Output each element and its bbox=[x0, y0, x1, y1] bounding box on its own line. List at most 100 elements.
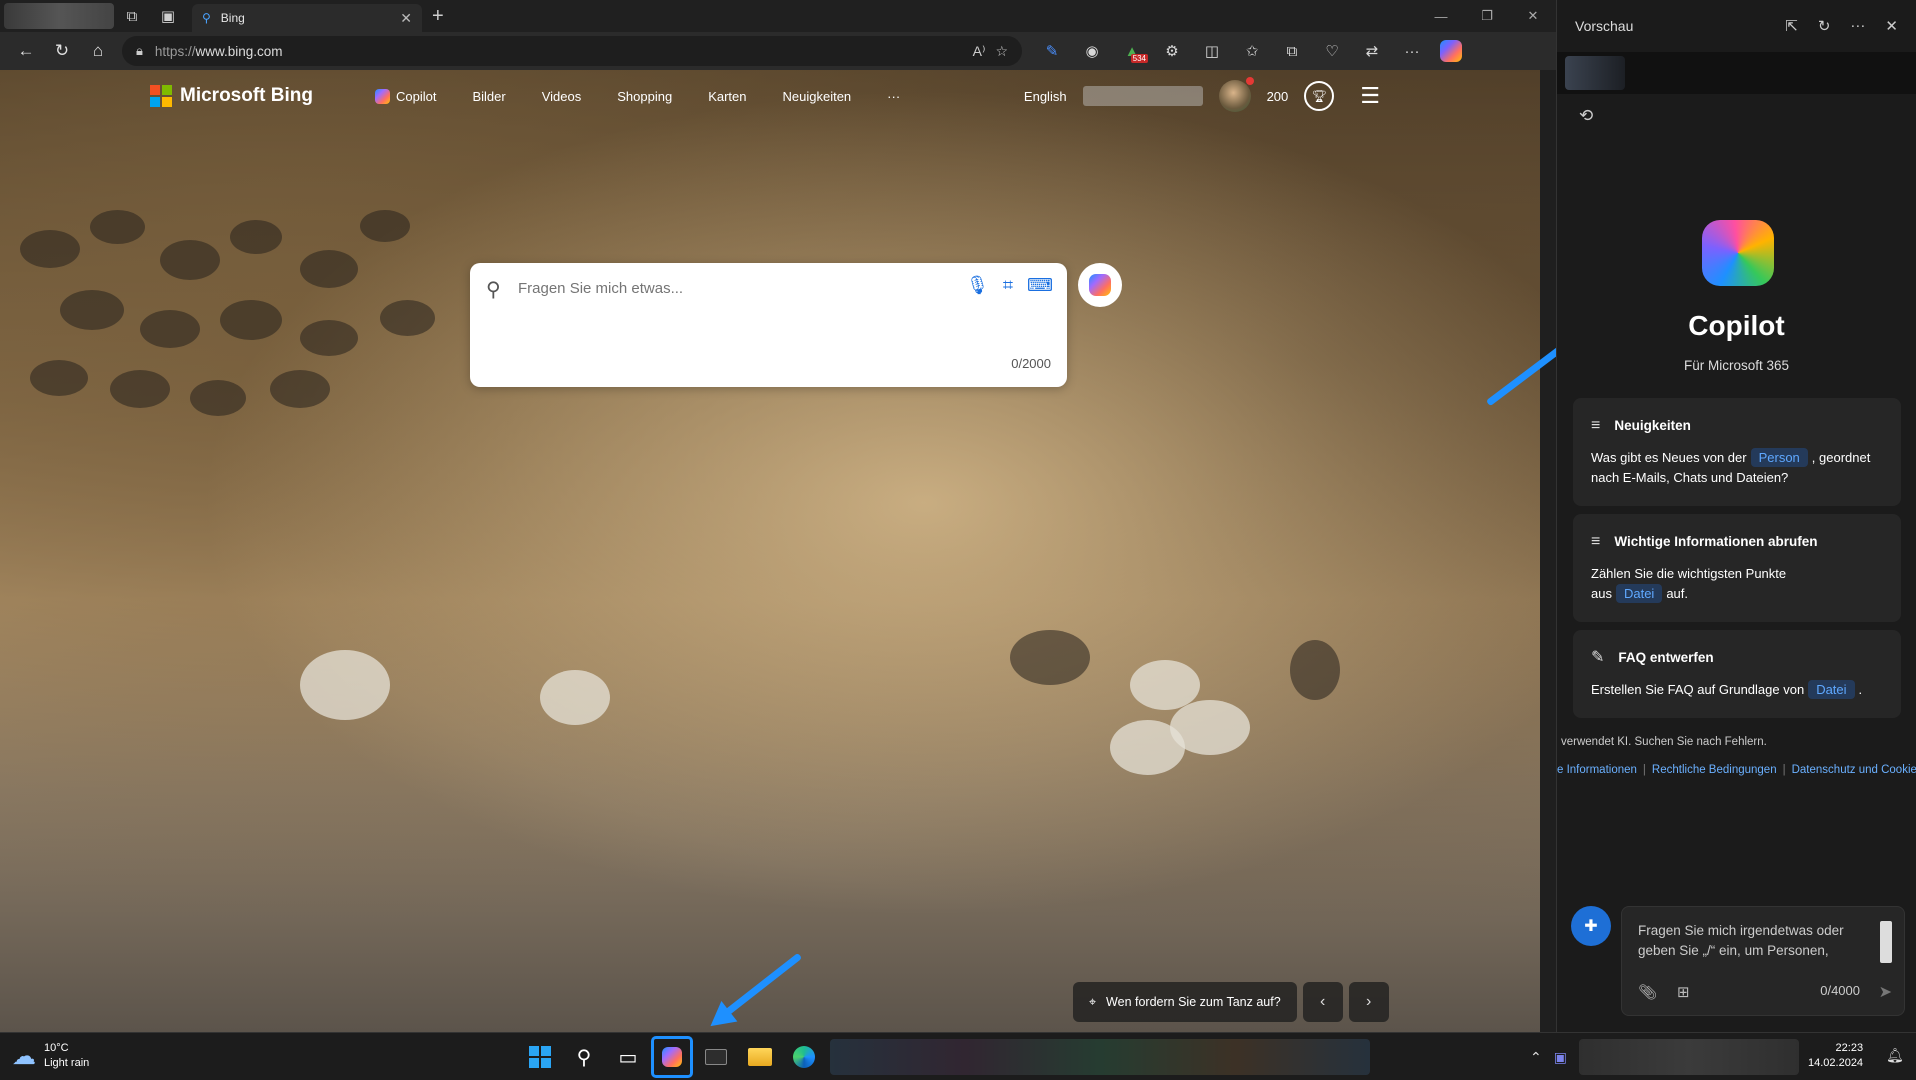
background-image bbox=[90, 210, 145, 244]
pencil-icon: ✎ bbox=[1591, 649, 1605, 666]
shield-extension-icon[interactable]: ◉ bbox=[1074, 36, 1110, 66]
history-icon[interactable]: ⟲ bbox=[1579, 106, 1916, 126]
background-image bbox=[220, 300, 282, 340]
task-view-button[interactable]: ▭ bbox=[608, 1037, 648, 1077]
prompt-card-key-info[interactable]: ≡ Wichtige Informationen abrufen Zählen S… bbox=[1573, 514, 1901, 622]
search-taskbar-button[interactable]: ⚲ bbox=[564, 1037, 604, 1077]
nav-copilot[interactable]: Copilot bbox=[375, 88, 436, 104]
folder-icon bbox=[748, 1048, 772, 1066]
copilot-taskbar-button[interactable] bbox=[651, 1036, 693, 1078]
browser-essentials-icon[interactable]: ♡ bbox=[1314, 36, 1350, 66]
chat-input[interactable]: Fragen Sie mich irgendetwas oder geben S… bbox=[1621, 906, 1905, 1016]
lock-icon[interactable]: 🔒︎ bbox=[136, 43, 143, 59]
favorites-icon[interactable]: ✩ bbox=[1234, 36, 1270, 66]
terminal-button[interactable] bbox=[696, 1037, 736, 1077]
microphone-icon[interactable]: 🎙︎ bbox=[966, 275, 989, 296]
ai-warning: verwendet KI. Suchen Sie nach Fehlern. bbox=[1561, 736, 1767, 748]
card-text: Zählen Sie die wichtigsten Punkte aus Dat… bbox=[1591, 566, 1787, 603]
refresh-icon[interactable]: ↻ bbox=[44, 36, 80, 66]
file-chip[interactable]: Datei bbox=[1808, 680, 1855, 699]
next-image-button[interactable]: › bbox=[1348, 982, 1389, 1022]
pen-extension-icon[interactable]: ✎ bbox=[1034, 36, 1070, 66]
tab-bing[interactable]: ⚲ Bing ✕ bbox=[192, 4, 422, 32]
read-aloud-icon[interactable]: A⁾ bbox=[973, 43, 986, 60]
account-thumbnail-blurred[interactable] bbox=[1565, 56, 1625, 90]
new-tab-icon[interactable]: + bbox=[432, 5, 444, 28]
privacy-link[interactable]: Datenschutz und Cookie bbox=[1792, 764, 1916, 776]
copilot-button[interactable] bbox=[1078, 263, 1122, 307]
close-panel-icon[interactable]: ✕ bbox=[1885, 17, 1898, 35]
background-image bbox=[60, 290, 124, 330]
microsoft-bing-logo[interactable]: Microsoft Bing bbox=[150, 85, 313, 107]
previous-image-button[interactable]: ‹ bbox=[1302, 982, 1343, 1022]
close-tab-icon[interactable]: ✕ bbox=[400, 10, 412, 27]
chevron-up-icon[interactable]: ⌃ bbox=[1530, 1049, 1542, 1066]
back-icon[interactable]: ← bbox=[8, 36, 44, 66]
workspaces-icon[interactable]: ⧉ bbox=[114, 0, 150, 32]
plugins-icon[interactable]: ⊞ bbox=[1677, 983, 1690, 1003]
edge-button[interactable] bbox=[784, 1037, 824, 1077]
close-window-icon[interactable]: ✕ bbox=[1510, 0, 1556, 32]
input-scrollbar[interactable] bbox=[1880, 921, 1892, 963]
attach-icon[interactable]: 📎︎ bbox=[1638, 983, 1657, 1003]
nav-videos[interactable]: Videos bbox=[542, 89, 582, 104]
collections-icon[interactable]: ⧉ bbox=[1274, 36, 1310, 66]
prompt-card-news[interactable]: ≡ Neuigkeiten Was gibt es Neues von der Pe… bbox=[1573, 398, 1901, 506]
avatar[interactable] bbox=[1218, 77, 1254, 112]
copilot-toolbar-icon[interactable] bbox=[1440, 40, 1462, 62]
favorite-star-icon[interactable]: ☆ bbox=[995, 43, 1008, 60]
new-topic-button[interactable]: ✚ bbox=[1571, 906, 1611, 946]
account-name-blurred[interactable] bbox=[1082, 86, 1203, 106]
blurred-taskbar-apps[interactable] bbox=[830, 1039, 1370, 1075]
nav-maps[interactable]: Karten bbox=[708, 89, 746, 104]
more-menu-icon[interactable]: ··· bbox=[1394, 36, 1430, 66]
terms-link[interactable]: Rechtliche Bedingungen bbox=[1652, 764, 1777, 776]
nav-more[interactable]: ··· bbox=[887, 89, 900, 104]
start-button[interactable] bbox=[520, 1037, 560, 1077]
nav-shopping[interactable]: Shopping bbox=[617, 89, 672, 104]
background-image bbox=[30, 360, 88, 396]
share-icon[interactable]: ⇄ bbox=[1354, 36, 1390, 66]
open-external-icon[interactable]: ⇱ bbox=[1785, 17, 1798, 35]
card-title: Wichtige Informationen abrufen bbox=[1614, 534, 1818, 549]
rewards-points[interactable]: 200 bbox=[1267, 89, 1289, 104]
nav-images[interactable]: Bilder bbox=[472, 89, 505, 104]
hamburger-menu-icon[interactable]: ☰ bbox=[1360, 83, 1380, 109]
notification-bell-icon[interactable]: 🔔︎ bbox=[1886, 1047, 1904, 1064]
temperature: 10°C bbox=[44, 1042, 69, 1054]
restore-icon[interactable]: ❐ bbox=[1464, 0, 1510, 32]
search-tools: 🎙︎ ⌗ ⌨ bbox=[966, 275, 1053, 296]
tray-icons-blurred[interactable] bbox=[1578, 1039, 1799, 1075]
clock[interactable]: 22:23 14.02.2024 bbox=[1808, 1041, 1863, 1071]
minimize-icon[interactable]: — bbox=[1418, 0, 1464, 32]
url-field[interactable]: 🔒︎ https://www.bing.com A⁾ ☆ bbox=[122, 36, 1022, 66]
teams-icon[interactable]: ▣ bbox=[1554, 1049, 1567, 1066]
language-link[interactable]: English bbox=[1024, 89, 1067, 104]
background-image bbox=[230, 220, 282, 254]
person-chip[interactable]: Person bbox=[1750, 448, 1808, 467]
trophy-icon[interactable]: 🏆︎ bbox=[1304, 81, 1335, 111]
tab-bar: ⧉ ▣ ⚲ Bing ✕ + — ❐ ✕ bbox=[0, 0, 1556, 32]
weather-condition: Light rain bbox=[44, 1057, 90, 1069]
profile-tab-thumbnail[interactable] bbox=[4, 3, 114, 29]
tab-actions-icon[interactable]: ▣ bbox=[150, 0, 186, 32]
image-caption-chip[interactable]: ⌖ Wen fordern Sie zum Tanz auf? bbox=[1073, 982, 1297, 1022]
reload-icon[interactable]: ↻ bbox=[1818, 17, 1831, 35]
search-box[interactable]: ⚲ 🎙︎ ⌗ ⌨ 0/2000 bbox=[470, 263, 1067, 387]
weather-widget[interactable]: ☁ 10°C Light rain bbox=[12, 1041, 89, 1071]
prompt-card-faq[interactable]: ✎ FAQ entwerfen Erstellen Sie FAQ auf Gru… bbox=[1573, 630, 1901, 718]
home-icon[interactable]: ⌂ bbox=[80, 36, 116, 66]
split-screen-icon[interactable]: ◫ bbox=[1194, 36, 1230, 66]
nav-news[interactable]: Neuigkeiten bbox=[783, 89, 852, 104]
date: 14.02.2024 bbox=[1808, 1057, 1864, 1069]
file-explorer-button[interactable] bbox=[740, 1037, 780, 1077]
more-options-icon[interactable]: ··· bbox=[1850, 17, 1865, 35]
counter-extension-icon[interactable]: ▲ 534 bbox=[1114, 36, 1150, 66]
send-icon[interactable]: ➤ bbox=[1879, 983, 1892, 1003]
file-chip[interactable]: Datei bbox=[1615, 584, 1663, 603]
keyboard-icon[interactable]: ⌨ bbox=[1027, 275, 1053, 296]
extensions-puzzle-icon[interactable]: ⚙ bbox=[1154, 36, 1190, 66]
info-link[interactable]: e Informationen bbox=[1557, 764, 1637, 776]
visual-search-icon[interactable]: ⌗ bbox=[1003, 275, 1013, 296]
search-input[interactable] bbox=[518, 280, 918, 297]
